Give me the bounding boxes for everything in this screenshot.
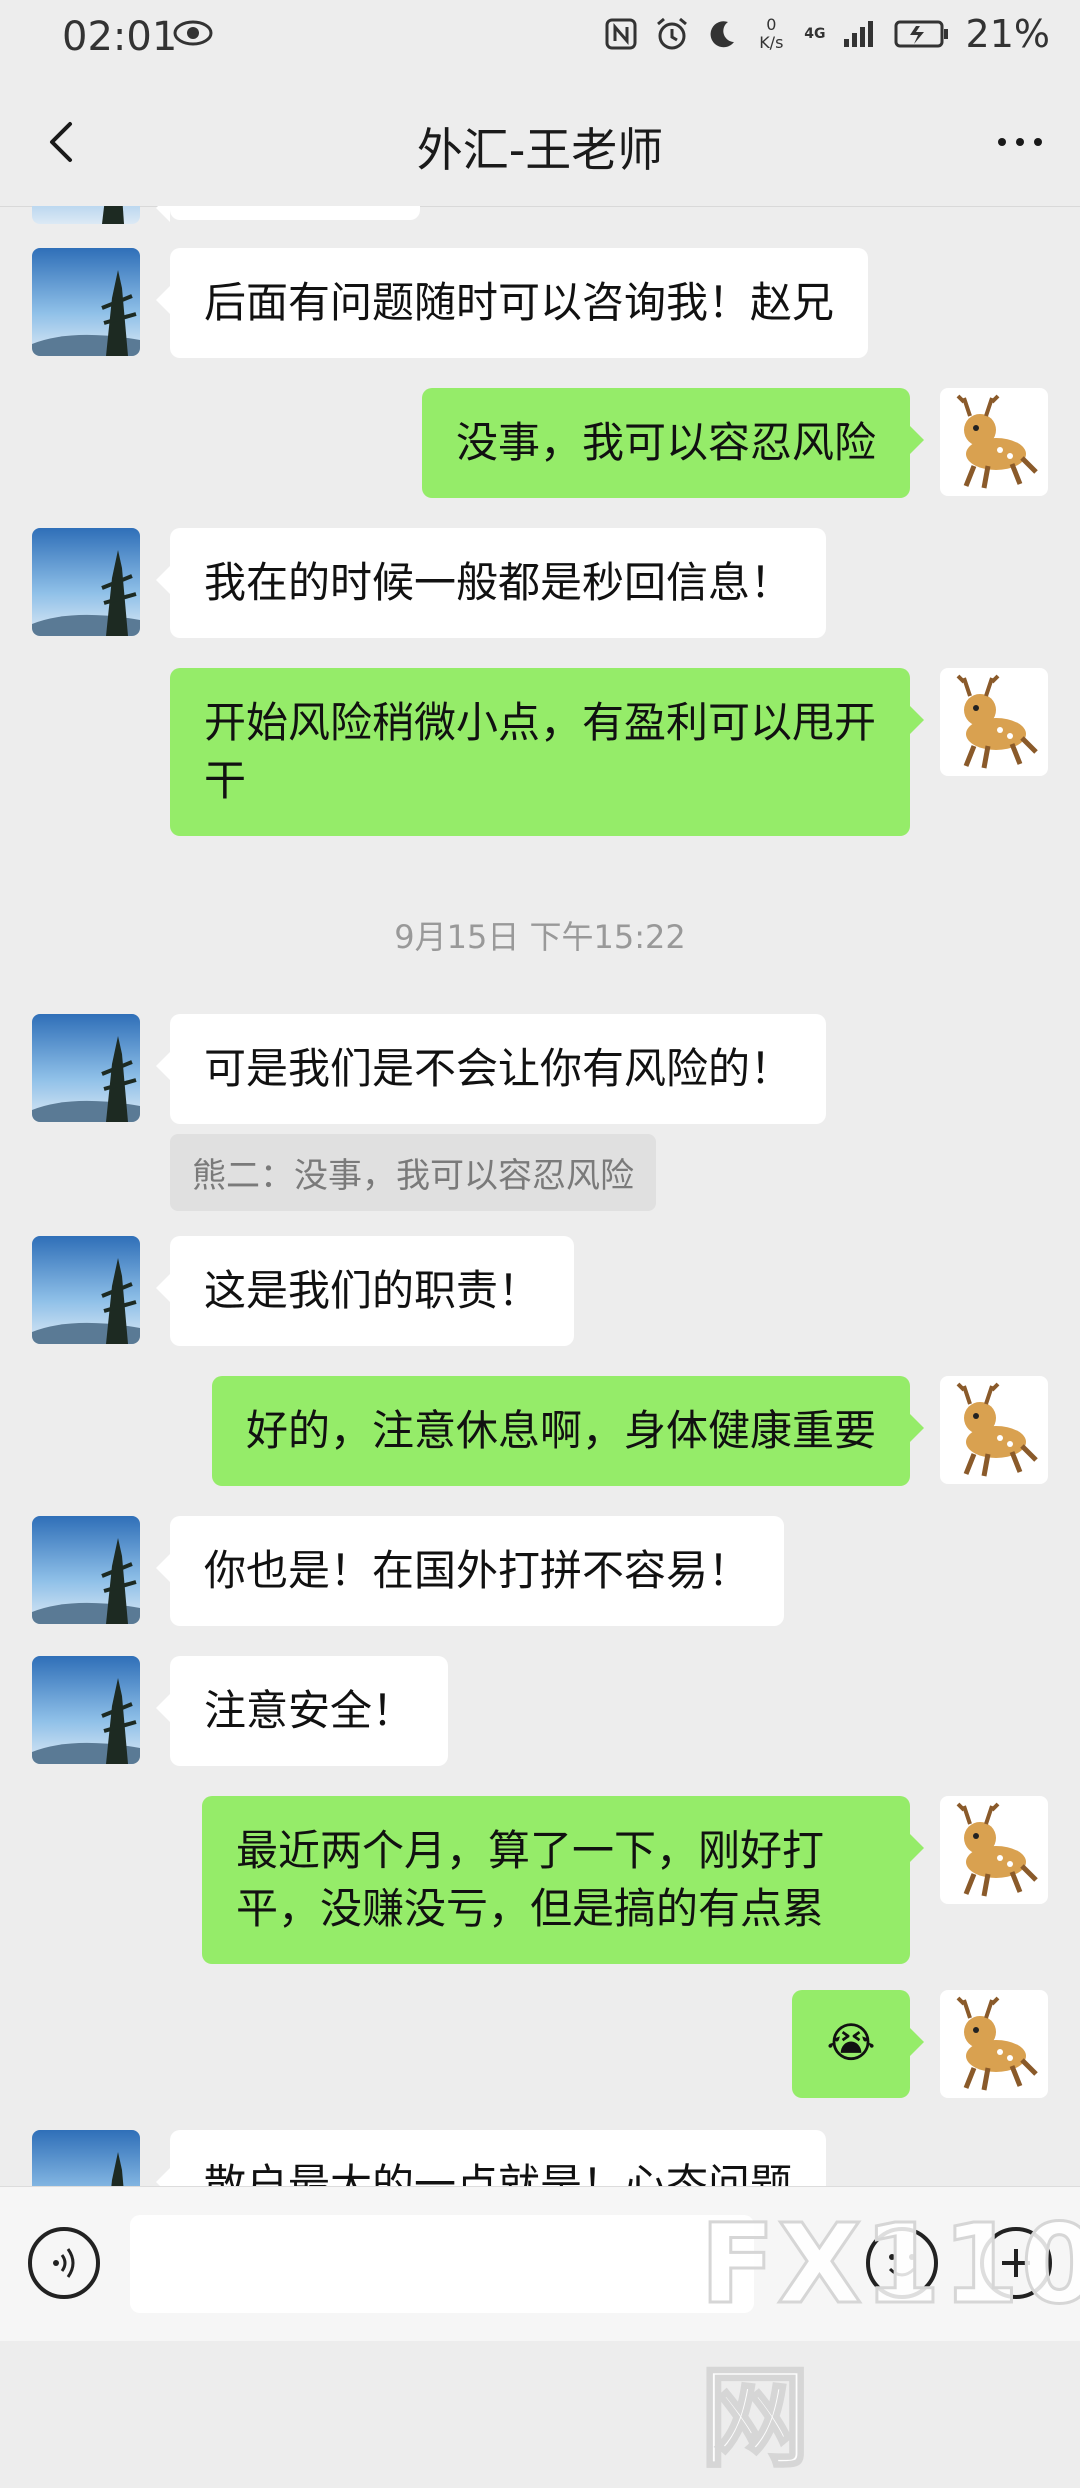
my-avatar[interactable] [940,1796,1048,1904]
my-avatar[interactable] [940,1376,1048,1484]
contact-avatar[interactable] [32,1014,140,1122]
emoji-message-bubble[interactable]: 😭 [792,1990,924,2098]
my-avatar[interactable] [940,388,1048,496]
message-bubble[interactable]: 我在的时候一般都是秒回信息！ [155,528,827,638]
message-bubble[interactable]: 开始风险稍微小点，有盈利可以甩开干 [170,668,924,836]
contact-avatar[interactable] [32,1236,140,1344]
my-avatar[interactable] [940,1990,1048,2098]
contact-avatar[interactable] [32,1516,140,1624]
network-speed: 0 K/s [754,16,788,52]
chat-header: 外汇-王老师 [0,78,1080,207]
moon-icon [710,21,735,48]
nfc-icon [605,18,637,50]
battery-level: 21% [965,12,1050,56]
message-bubble[interactable]: 这是我们的职责！ [155,1236,575,1346]
message-bubble[interactable]: 注意安全！ [155,1656,449,1766]
status-time: 02:01 [62,14,178,60]
message-bubble[interactable]: 好的，注意休息啊，身体健康重要 [211,1376,925,1486]
contact-avatar[interactable] [32,248,140,356]
status-bar: 02:01 0 K/s 4G 21% [0,0,1080,78]
status-right: 0 K/s 4G 21% [604,12,1050,56]
eye-icon [173,20,213,46]
message-input[interactable] [130,2215,754,2313]
message-bubble[interactable]: 最近两个月，算了一下，刚好打平，没赚没亏，但是搞的有点累 [202,1796,924,1964]
alarm-icon [657,17,688,50]
message-bubble[interactable]: 可是我们是不会让你有风险的！ [155,1014,827,1124]
network-speed-value: 0 [766,15,777,34]
watermark: FX110网 [699,2199,1080,2484]
signal-type: 4G [804,26,826,42]
contact-avatar[interactable] [32,2130,140,2186]
chat-timestamp: 9月15日 下午15:22 [394,918,686,956]
contact-avatar[interactable] [32,206,140,224]
contact-avatar[interactable] [32,1656,140,1764]
chat-area[interactable]: 后面有问题随时可以咨询我！赵兄 没事，我可以容忍风险 我在的时候一般都是秒回信息… [0,206,1080,2186]
signal-icon [843,21,873,47]
message-bubble[interactable]: 散户最大的一点就是！心态问题 [155,2130,827,2186]
message-bubble[interactable]: 没事，我可以容忍风险 [421,388,925,498]
more-dots-icon[interactable] [990,112,1050,172]
chat-title: 外汇-王老师 [416,123,664,177]
my-avatar[interactable] [940,668,1048,776]
message-bubble[interactable]: 你也是！在国外打拼不容易！ [155,1516,785,1626]
quoted-reply[interactable]: 熊二：没事，我可以容忍风险 [170,1134,656,1211]
message-bubble[interactable]: 后面有问题随时可以咨询我！赵兄 [155,248,869,358]
contact-avatar[interactable] [32,528,140,636]
battery-icon [894,20,948,48]
voice-icon[interactable] [28,2227,100,2299]
partial-bubble [156,206,420,222]
network-speed-unit: K/s [759,33,784,52]
